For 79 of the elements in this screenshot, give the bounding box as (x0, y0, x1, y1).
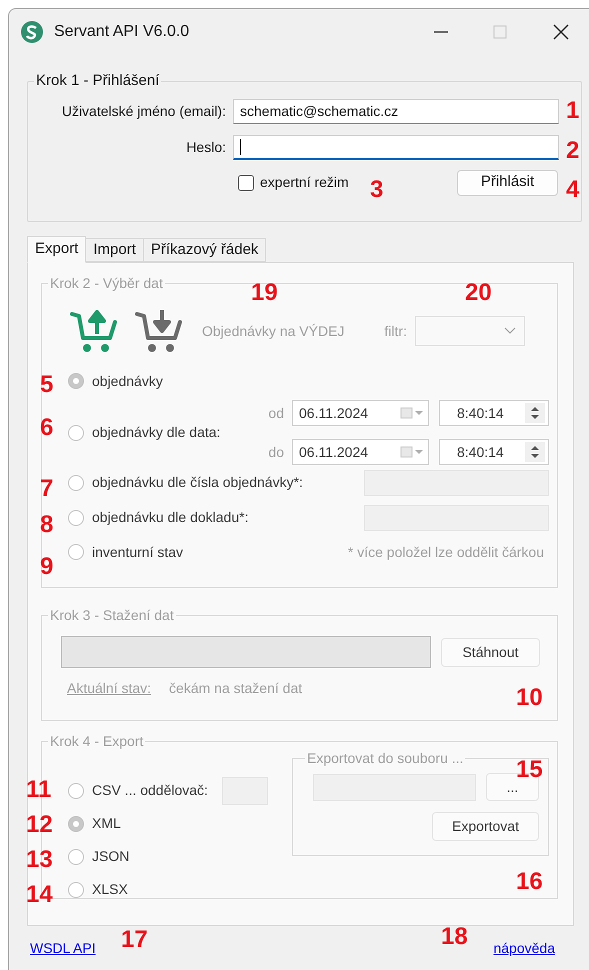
annotation-number: 17 (121, 928, 148, 952)
date-picker[interactable]: 06.11.2024 (292, 439, 429, 465)
spinner-icon[interactable] (525, 442, 545, 462)
hint-text: * více položel lze oddělit čárkou (348, 542, 544, 562)
radio-label: XLSX (92, 880, 128, 899)
radio-label: objednávky dle data: (92, 423, 220, 442)
tab[interactable]: Příkazový řádek (144, 238, 266, 262)
radio-label: inventurní stav (92, 542, 184, 562)
annotation-number: 18 (441, 925, 468, 949)
radio-button[interactable] (68, 373, 84, 389)
tab[interactable]: Export (27, 236, 86, 263)
radio-label: XML (92, 814, 121, 833)
status-text: čekám na stažení dat (169, 679, 302, 698)
chevron-down-icon (504, 327, 516, 335)
username-field[interactable]: schematic@schematic.cz (233, 98, 559, 124)
cart-download-icon[interactable] (135, 308, 183, 354)
radio-button[interactable] (68, 510, 84, 526)
range-label: do (268, 442, 284, 462)
login-button[interactable]: Přihlásit (457, 170, 558, 196)
annotation-number: 4 (566, 178, 580, 202)
maximize-icon[interactable] (493, 24, 507, 38)
annotation-number: 2 (566, 139, 580, 163)
annotation-number: 9 (40, 555, 54, 579)
date-picker[interactable]: 06.11.2024 (292, 400, 429, 426)
radio-label: objednávky (92, 372, 163, 391)
checkbox-label: expertní režim (260, 173, 349, 192)
radio-button[interactable] (68, 544, 84, 560)
annotation-number: 11 (26, 778, 52, 802)
wsdl-api-link[interactable]: WSDL API (30, 938, 96, 959)
radio-button[interactable] (68, 816, 84, 832)
annotation-number: 8 (40, 513, 54, 537)
calendar-icon (400, 446, 424, 458)
radio-button[interactable] (68, 782, 84, 798)
order-type-label: Objednávky na VÝDEJ (202, 322, 344, 341)
annotation-number: 3 (370, 178, 384, 202)
annotation-number: 7 (40, 477, 54, 501)
spinner-icon[interactable] (525, 403, 545, 423)
cart-upload-icon[interactable] (70, 308, 118, 354)
radio-button[interactable] (68, 474, 84, 490)
radio-button[interactable] (68, 882, 84, 898)
radio-label: objednávku dle dokladu*: (92, 508, 248, 527)
annotation-number: 6 (40, 416, 54, 440)
export-button[interactable]: Exportovat (432, 812, 539, 841)
range-label: od (268, 404, 284, 422)
tab[interactable]: Import (86, 238, 144, 262)
group-title: Krok 1 - Přihlášení (35, 71, 160, 91)
radio-button[interactable] (68, 424, 84, 440)
group-title: Exportovat do souboru ... (306, 749, 464, 768)
help-link[interactable]: nápověda (493, 938, 555, 959)
annotation-number: 14 (26, 883, 53, 907)
radio-button[interactable] (68, 848, 84, 864)
filter-dropdown[interactable] (414, 316, 525, 346)
radio-label: JSON (92, 847, 130, 866)
group-title: Krok 4 - Export (49, 732, 144, 751)
time-field[interactable]: 8:40:14 (439, 439, 549, 465)
annotation-number: 10 (516, 686, 543, 710)
annotation-number: 12 (26, 813, 53, 837)
annotation-number: 19 (251, 281, 278, 305)
annotation-number: 1 (566, 99, 580, 123)
annotation-number: 20 (465, 281, 492, 305)
field-label: Uživatelské jméno (email): (60, 102, 226, 121)
group-title: Krok 3 - Stažení dat (49, 606, 175, 625)
radio-label: CSV ... oddělovač: (92, 781, 208, 800)
filter-label: filtr: (384, 322, 407, 340)
annotation-number: 5 (40, 373, 54, 397)
time-field[interactable]: 8:40:14 (439, 400, 549, 426)
radio-label: objednávku dle čísla objednávky*: (92, 473, 303, 492)
expert-checkbox[interactable] (238, 174, 254, 190)
group-title: Krok 2 - Výběr dat (49, 274, 164, 293)
password-field[interactable] (233, 134, 559, 160)
app-logo-icon (20, 20, 44, 44)
field-label: Heslo: (185, 138, 226, 156)
download-button[interactable]: Stáhnout (441, 638, 540, 666)
close-icon[interactable] (553, 24, 569, 40)
annotation-number: 13 (26, 848, 53, 872)
annotation-number: 16 (516, 870, 543, 894)
text-cursor (240, 138, 241, 154)
calendar-icon (400, 407, 424, 419)
window-title: Servant API V6.0.0 (54, 22, 190, 42)
